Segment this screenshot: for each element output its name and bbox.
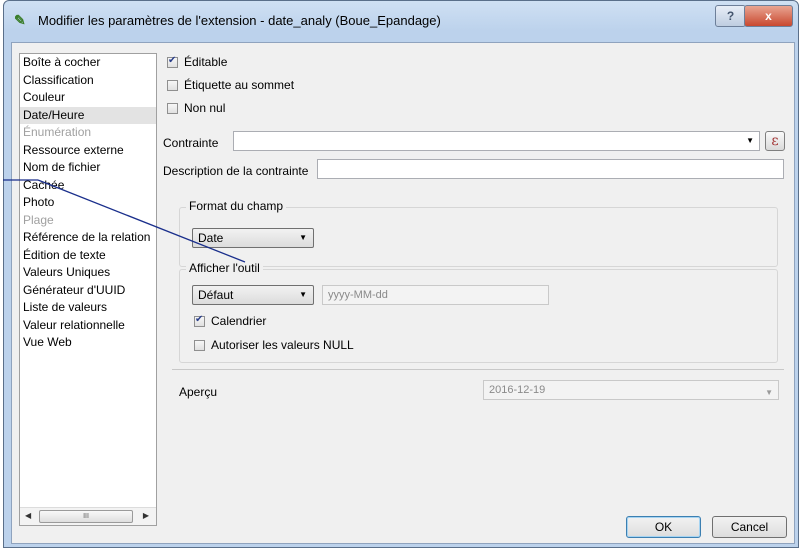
close-button[interactable]: x: [744, 5, 793, 27]
field-format-group: Format du champ Date ▼: [179, 199, 778, 267]
display-format-placeholder: yyyy-MM-dd: [328, 289, 388, 301]
not-null-checkbox[interactable]: [167, 103, 178, 114]
label-on-top-checkbox[interactable]: [167, 80, 178, 91]
scroll-left-icon[interactable]: ◀: [25, 511, 31, 520]
widget-list-item[interactable]: Couleur: [20, 89, 156, 107]
widget-list-item[interactable]: Valeur relationnelle: [20, 317, 156, 335]
widget-list-item: Plage: [23, 212, 54, 227]
calendar-label: Calendrier: [211, 314, 267, 328]
field-format-title: Format du champ: [186, 199, 287, 213]
horizontal-scrollbar[interactable]: ◀ III ▶: [20, 507, 156, 525]
field-format-value: Date: [198, 231, 224, 245]
widget-type-list[interactable]: Boîte à cocher Classification Couleur Date/…: [19, 53, 157, 526]
widget-list-item[interactable]: Nom de fichier: [20, 159, 156, 177]
allow-null-checkbox[interactable]: [194, 340, 205, 351]
not-null-label: Non nul: [184, 101, 226, 115]
widget-list-item[interactable]: Référence de la relation: [20, 229, 156, 247]
widget-list-item[interactable]: Édition de texte: [20, 247, 156, 265]
display-format-value: Défaut: [198, 288, 234, 302]
separator: [172, 369, 784, 370]
widget-list-item[interactable]: Boîte à cocher: [20, 54, 156, 72]
expression-button[interactable]: ε: [765, 131, 785, 151]
dialog-body: Boîte à cocher Classification Couleur Date/…: [11, 42, 795, 544]
preview-date-field[interactable]: 2016-12-19 ▼: [483, 380, 779, 400]
cancel-button[interactable]: Cancel: [712, 516, 787, 538]
chevron-down-icon: ▼: [299, 233, 307, 242]
widget-list-item[interactable]: Liste de valeurs: [20, 299, 156, 317]
chevron-down-icon: ▼: [299, 290, 307, 299]
widget-list-item[interactable]: Photo: [20, 194, 156, 212]
ok-button[interactable]: OK: [626, 516, 701, 538]
widget-list-item[interactable]: Générateur d'UUID: [20, 282, 156, 300]
field-format-combo[interactable]: Date ▼: [192, 228, 314, 248]
chevron-down-icon: ▼: [765, 388, 773, 397]
help-button[interactable]: ?: [715, 5, 746, 27]
constraint-input[interactable]: ▼: [233, 131, 760, 151]
constraint-description-label: Description de la contrainte: [163, 164, 309, 178]
constraint-label: Contrainte: [163, 136, 219, 150]
widget-list-item[interactable]: Vue Web: [20, 334, 156, 352]
allow-null-label: Autoriser les valeurs NULL: [211, 338, 354, 352]
constraint-description-input[interactable]: [317, 159, 784, 179]
editable-label: Éditable: [184, 55, 228, 69]
label-on-top-label: Étiquette au sommet: [184, 78, 295, 92]
widget-list-item: Énumération: [23, 125, 92, 139]
window-title: Modifier les paramètres de l'extension -…: [38, 13, 441, 28]
display-format-input[interactable]: yyyy-MM-dd: [322, 285, 549, 305]
display-format-combo[interactable]: Défaut ▼: [192, 285, 314, 305]
preview-value: 2016-12-19: [489, 384, 546, 396]
scroll-thumb[interactable]: III: [39, 510, 133, 523]
scroll-right-icon[interactable]: ▶: [143, 511, 149, 520]
widget-list-item[interactable]: Date/Heure: [20, 106, 156, 124]
dialog-window: ✎ Modifier les paramètres de l'extension…: [3, 0, 799, 548]
widget-list-item[interactable]: Cachée: [20, 177, 156, 195]
widget-list-item[interactable]: Ressource externe: [20, 142, 156, 160]
qgis-app-icon: ✎: [14, 12, 26, 28]
editable-checkbox[interactable]: [167, 55, 178, 68]
display-tool-title: Afficher l'outil: [186, 261, 263, 275]
title-bar[interactable]: ✎ Modifier les paramètres de l'extension…: [4, 1, 798, 41]
preview-label: Aperçu: [179, 385, 218, 399]
widget-list-item[interactable]: Valeurs Uniques: [20, 264, 156, 282]
calendar-checkbox[interactable]: [194, 314, 205, 327]
chevron-down-icon[interactable]: ▼: [746, 136, 754, 145]
display-tool-group: Afficher l'outil Défaut ▼ yyyy-MM-dd Cal…: [179, 261, 778, 363]
widget-list-item[interactable]: Classification: [20, 72, 156, 90]
